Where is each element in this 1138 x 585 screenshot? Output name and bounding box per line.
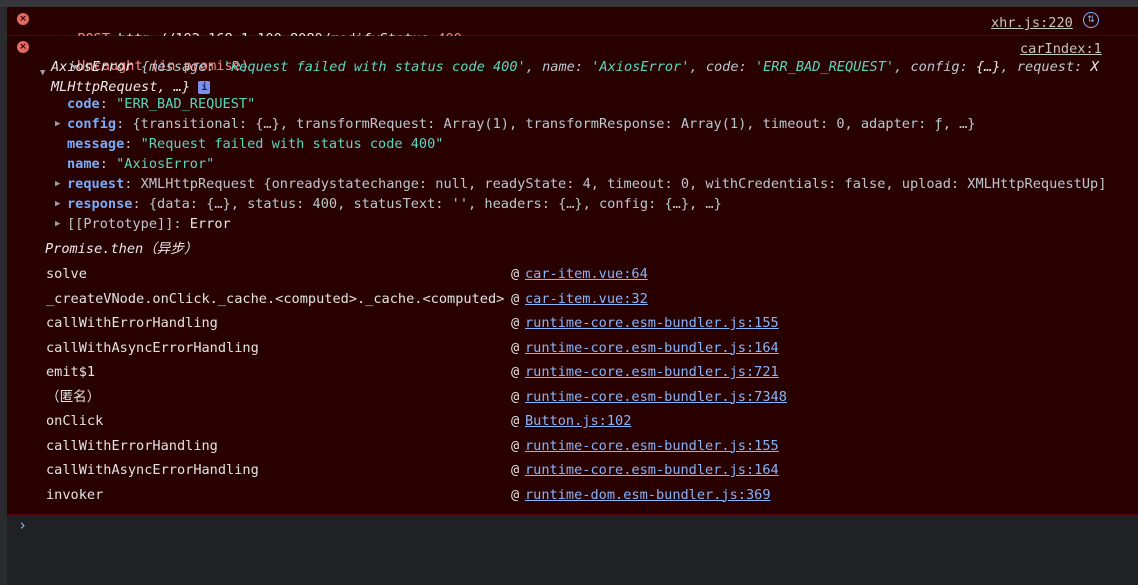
stack-function: callWithAsyncErrorHandling — [46, 462, 259, 478]
stack-function: invoker — [46, 486, 104, 503]
stack-source-link[interactable]: runtime-core.esm-bundler.js:155 — [525, 314, 779, 332]
stack-source-link[interactable]: car-item.vue:32 — [525, 290, 648, 308]
prop-config[interactable]: config: {transitional: {…}, transformReq… — [67, 115, 975, 133]
error-icon: × — [17, 13, 29, 25]
collapse-triangle-icon[interactable]: ▼ — [40, 64, 45, 82]
left-gutter — [0, 7, 7, 585]
stack-function: onClick — [46, 413, 104, 429]
prop-response[interactable]: response: {data: {…}, status: 400, statu… — [67, 195, 722, 213]
stack-source-link[interactable]: runtime-core.esm-bundler.js:155 — [525, 437, 779, 455]
stack-function: solve — [46, 266, 87, 282]
stack-function: _createVNode.onClick._cache.<computed>._… — [46, 290, 505, 307]
at-sign: @ — [511, 339, 520, 356]
network-request-icon[interactable]: ⇅ — [1083, 12, 1099, 28]
expand-triangle-icon[interactable]: ▶ — [55, 215, 60, 233]
stack-function: callWithErrorHandling — [46, 315, 218, 331]
at-sign: @ — [511, 266, 520, 282]
toolbar-strip — [0, 0, 1138, 7]
stack-source-link[interactable]: runtime-core.esm-bundler.js:7348 — [525, 388, 787, 406]
uncaught-error-message: × ▼Uncaught (in promise) carIndex:1 ▼ Ax… — [7, 36, 1138, 515]
expand-triangle-icon[interactable]: ▶ — [55, 115, 60, 133]
prop-prototype[interactable]: [[Prototype]]: Error — [67, 215, 231, 233]
error-summary-line2: MLHttpRequest, …} — [51, 79, 191, 95]
prop-request[interactable]: request: XMLHttpRequest {onreadystatecha… — [67, 175, 1106, 193]
stack-source-link[interactable]: runtime-core.esm-bundler.js:164 — [525, 339, 779, 357]
at-sign: @ — [511, 437, 520, 454]
at-sign: @ — [511, 413, 520, 429]
source-link-carindex[interactable]: carIndex:1 — [1020, 40, 1102, 58]
stack-source-link[interactable]: runtime-core.esm-bundler.js:721 — [525, 363, 779, 381]
error-summary-line[interactable]: AxiosError {message: 'Request failed wit… — [51, 58, 1099, 76]
network-error-message: × ▶POST http://192.168.1.100:8080/modify… — [7, 7, 1138, 47]
stack-source-link[interactable]: runtime-core.esm-bundler.js:164 — [525, 461, 779, 479]
stack-function: （匿名） — [46, 388, 101, 405]
async-label: Promise.then（异步） — [45, 241, 198, 257]
prop-message: message: "Request failed with status cod… — [67, 136, 444, 152]
error-icon: × — [17, 41, 29, 53]
at-sign: @ — [511, 315, 520, 331]
at-sign: @ — [511, 486, 520, 503]
at-sign: @ — [511, 290, 520, 307]
console-prompt-icon[interactable]: › — [18, 516, 27, 534]
at-sign: @ — [511, 364, 520, 380]
at-sign: @ — [511, 462, 520, 478]
stack-source-link[interactable]: car-item.vue:64 — [525, 265, 648, 283]
source-link-xhr[interactable]: xhr.js:220 — [991, 14, 1073, 32]
prop-name: name: "AxiosError" — [67, 156, 215, 172]
stack-function: callWithAsyncErrorHandling — [46, 339, 259, 356]
at-sign: @ — [511, 388, 520, 405]
prop-code: code: "ERR_BAD_REQUEST" — [67, 96, 256, 112]
expand-triangle-icon[interactable]: ▶ — [55, 175, 60, 193]
expand-triangle-icon[interactable]: ▶ — [55, 195, 60, 213]
stack-function: callWithErrorHandling — [46, 437, 218, 454]
stack-source-link[interactable]: Button.js:102 — [525, 412, 631, 430]
stack-function: emit$1 — [46, 364, 96, 380]
info-icon[interactable]: i — [198, 80, 211, 94]
stack-source-link[interactable]: runtime-dom.esm-bundler.js:369 — [525, 486, 771, 504]
